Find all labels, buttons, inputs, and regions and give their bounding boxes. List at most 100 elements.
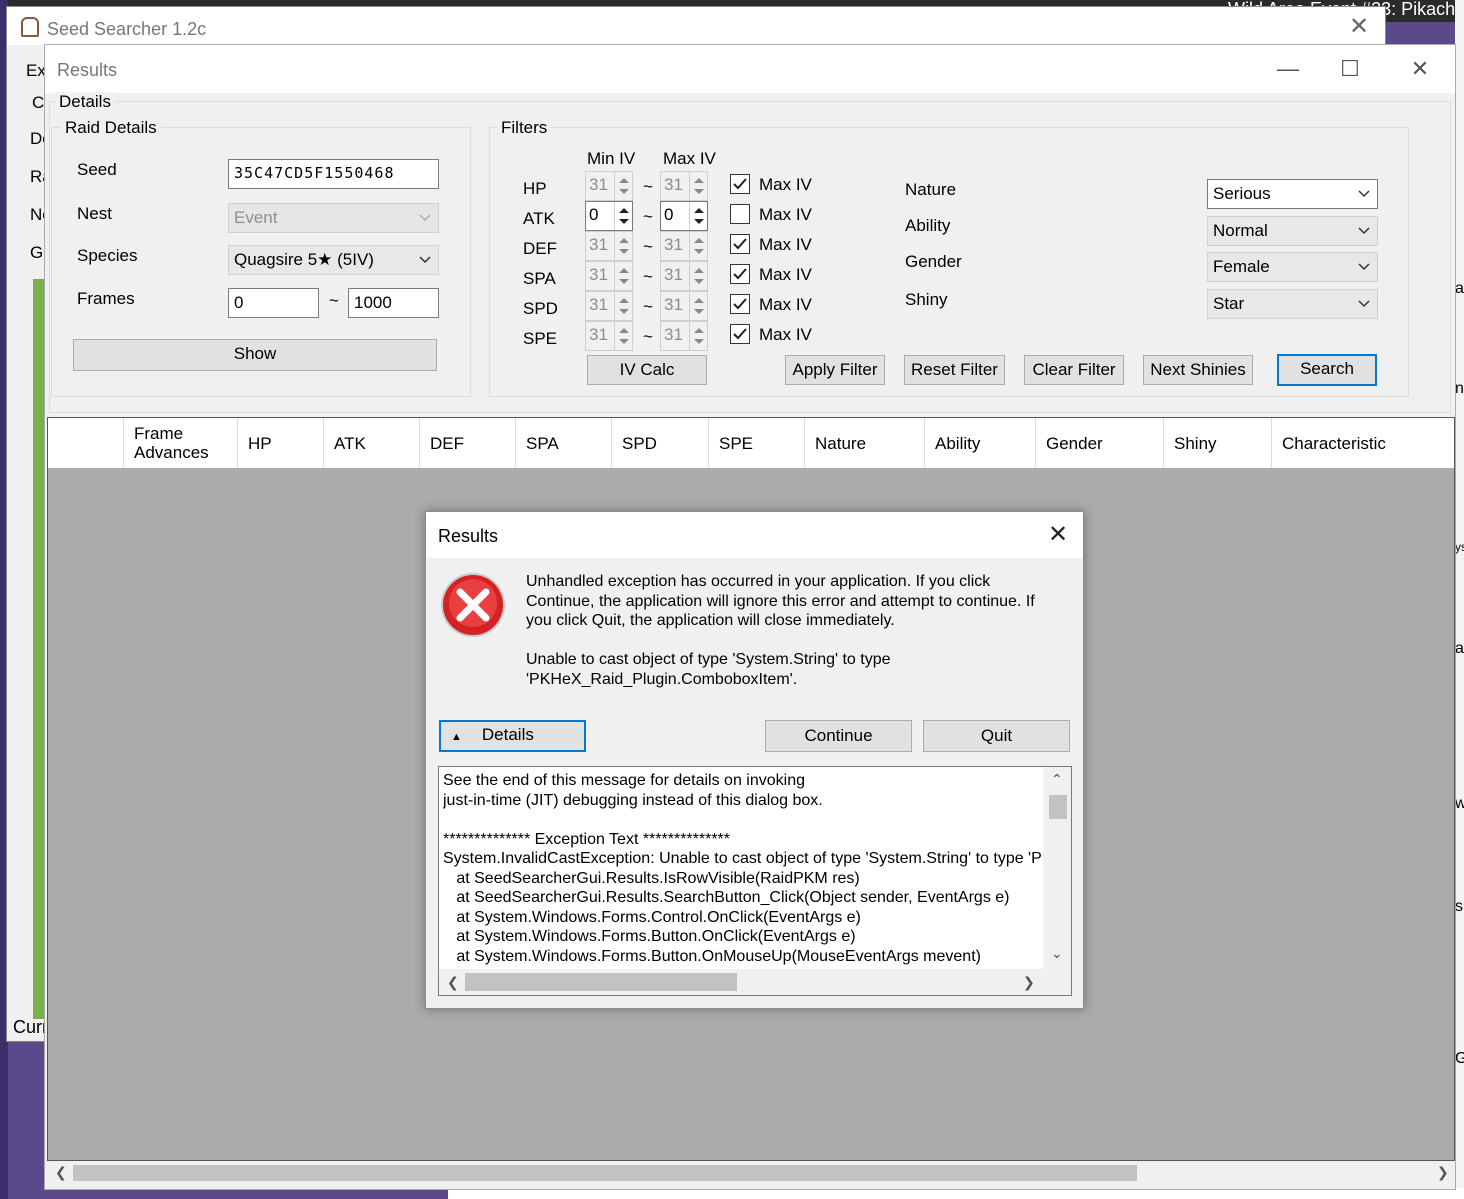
scroll-right-icon[interactable]: ❯ (1437, 1164, 1449, 1181)
continue-button[interactable]: Continue (765, 720, 912, 752)
column-header-characteristic[interactable]: Characteristic (1272, 418, 1454, 468)
dialog-close-button[interactable]: ✕ (1038, 520, 1078, 550)
stepper-arrows-icon[interactable] (614, 202, 632, 230)
min-iv-stepper[interactable]: 31 (585, 321, 633, 351)
stepper-arrows-icon[interactable] (614, 322, 632, 350)
minimize-button[interactable]: — (1265, 53, 1311, 85)
stepper-arrows-icon[interactable] (689, 262, 707, 290)
max-iv-stepper[interactable]: 31 (660, 171, 708, 201)
max-iv-checkbox[interactable] (730, 264, 750, 284)
column-header-spa[interactable]: SPA (516, 418, 612, 468)
stepper-arrows-icon[interactable] (689, 202, 707, 230)
min-iv-stepper[interactable]: 31 (585, 171, 633, 201)
stepper-arrows-icon[interactable] (614, 172, 632, 200)
species-select[interactable]: Quagsire 5★ (5IV) (228, 245, 439, 275)
stepper-arrows-icon[interactable] (614, 262, 632, 290)
maximize-button[interactable]: ☐ (1327, 53, 1373, 85)
quit-button[interactable]: Quit (923, 720, 1070, 752)
details-line: at SeedSearcherGui.Results.IsRowVisible(… (443, 869, 860, 887)
filters-legend: Filters (497, 118, 552, 138)
scrollbar-thumb[interactable] (1049, 795, 1067, 819)
scroll-down-icon[interactable]: ⌄ (1051, 945, 1063, 962)
nest-value: Event (234, 208, 278, 227)
column-header-gender[interactable]: Gender (1036, 418, 1164, 468)
column-header-ability[interactable]: Ability (925, 418, 1036, 468)
column-header-shiny[interactable]: Shiny (1164, 418, 1272, 468)
min-iv-stepper[interactable]: 31 (585, 261, 633, 291)
stepper-arrows-icon[interactable] (689, 232, 707, 260)
max-iv-stepper[interactable]: 31 (660, 321, 708, 351)
stepper-arrows-icon[interactable] (614, 232, 632, 260)
column-header-frame-advances[interactable]: Frame Advances (124, 418, 238, 468)
min-iv-stepper[interactable]: 31 (585, 231, 633, 261)
min-iv-stepper[interactable]: 31 (585, 291, 633, 321)
close-button[interactable]: ✕ (1343, 13, 1375, 41)
scrollbar-thumb[interactable] (465, 973, 737, 991)
max-iv-checkbox[interactable] (730, 234, 750, 254)
horizontal-scrollbar[interactable]: ❮ ❯ (439, 969, 1043, 995)
menu-item[interactable]: Ex (26, 61, 46, 81)
gender-select[interactable]: Female (1207, 252, 1378, 282)
column-header-atk[interactable]: ATK (324, 418, 420, 468)
next-shinies-button[interactable]: Next Shinies (1143, 355, 1253, 385)
column-header-spd[interactable]: SPD (612, 418, 709, 468)
details-toggle-button[interactable]: ▲ Details (439, 720, 586, 752)
max-iv-label: Max IV (759, 175, 812, 194)
stepper-arrows-icon[interactable] (689, 292, 707, 320)
seed-input[interactable]: 35C47CD5F1550468 (228, 159, 439, 189)
details-line: See the end of this message for details … (443, 772, 805, 789)
nature-label: Nature (905, 180, 957, 199)
scrollbar-thumb[interactable] (73, 1165, 1137, 1181)
max-iv-stepper[interactable]: 31 (660, 291, 708, 321)
shiny-select[interactable]: Star (1207, 289, 1378, 319)
stepper-arrows-icon[interactable] (689, 322, 707, 350)
iv-calc-button[interactable]: IV Calc (587, 355, 707, 385)
column-header-spe[interactable]: SPE (709, 418, 805, 468)
vertical-scrollbar[interactable]: ⌃ ⌄ (1043, 767, 1071, 969)
scroll-right-icon[interactable]: ❯ (1023, 974, 1035, 991)
message-line: Unhandled exception has occurred in your… (526, 573, 991, 590)
nest-select[interactable]: Event (228, 203, 439, 233)
max-iv-stepper[interactable]: 31 (660, 261, 708, 291)
max-iv-checkbox[interactable] (730, 294, 750, 314)
background-text: w (1455, 795, 1464, 812)
column-header-nature[interactable]: Nature (805, 418, 925, 468)
column-header-def[interactable]: DEF (420, 418, 516, 468)
max-iv-checkbox[interactable] (730, 324, 750, 344)
close-icon: ✕ (1047, 521, 1069, 548)
max-iv-stepper[interactable]: 0 (660, 201, 708, 231)
max-iv-value: 31 (664, 265, 683, 284)
background-text: ys (1455, 540, 1464, 554)
frames-max-value: 1000 (354, 293, 392, 312)
title-bar: Results — ☐ ✕ (45, 45, 1455, 93)
title-bar: Seed Searcher 1.2c ✕ (7, 7, 1385, 45)
frames-max-input[interactable]: 1000 (348, 288, 439, 318)
stepper-arrows-icon[interactable] (689, 172, 707, 200)
max-iv-checkbox[interactable] (730, 174, 750, 194)
apply-filter-button[interactable]: Apply Filter (785, 355, 885, 385)
scroll-up-icon[interactable]: ⌃ (1051, 771, 1063, 788)
ability-select[interactable]: Normal (1207, 216, 1378, 246)
min-iv-stepper[interactable]: 0 (585, 201, 633, 231)
clear-filter-button[interactable]: Clear Filter (1024, 355, 1124, 385)
dialog-error-message: Unable to cast object of type 'System.St… (526, 650, 1046, 689)
max-iv-value: 31 (664, 295, 683, 314)
column-header-label: Gender (1046, 434, 1103, 453)
close-button[interactable]: ✕ (1397, 53, 1443, 85)
scroll-left-icon[interactable]: ❮ (55, 1164, 67, 1181)
range-separator: ~ (643, 237, 653, 256)
frames-min-input[interactable]: 0 (228, 288, 319, 318)
stepper-arrows-icon[interactable] (614, 292, 632, 320)
scroll-left-icon[interactable]: ❮ (447, 974, 459, 991)
column-header-hp[interactable]: HP (238, 418, 324, 468)
ability-label: Ability (905, 216, 951, 235)
stat-label: SPD (523, 299, 558, 318)
show-button[interactable]: Show (73, 339, 437, 371)
nature-select[interactable]: Serious (1207, 179, 1378, 209)
horizontal-scrollbar[interactable]: ❮ ❯ (47, 1161, 1455, 1185)
max-iv-checkbox[interactable] (730, 204, 750, 224)
max-iv-stepper[interactable]: 31 (660, 231, 708, 261)
details-textbox[interactable]: See the end of this message for details … (438, 766, 1072, 996)
search-button[interactable]: Search (1277, 354, 1377, 386)
reset-filter-button[interactable]: Reset Filter (904, 355, 1005, 385)
